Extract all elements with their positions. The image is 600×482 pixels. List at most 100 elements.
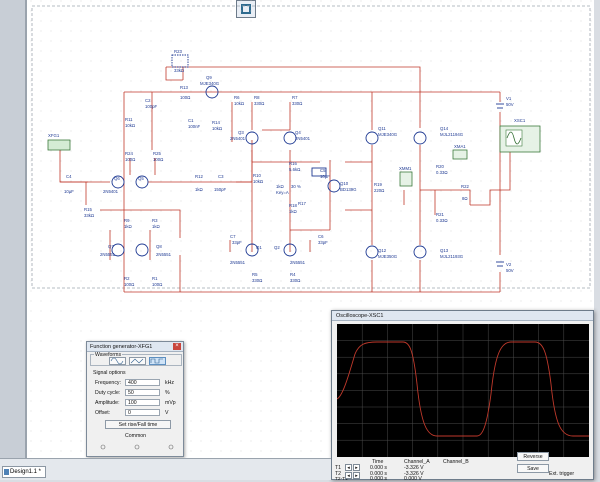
label-r22: R22: [461, 184, 469, 189]
label-r5v: 330Ω: [252, 278, 263, 283]
label-c3: C3: [218, 174, 224, 179]
frequency-field[interactable]: 400: [125, 379, 160, 386]
label-c5v: 10μF: [320, 174, 330, 179]
label-r6v: 10kΩ: [234, 101, 245, 106]
label-q8: Q8: [156, 244, 162, 249]
label-q2: Q2: [274, 245, 280, 250]
xfg1-instrument[interactable]: [47, 139, 71, 151]
label-r2: R2: [124, 276, 130, 281]
duty-cycle-label: Duty cycle:: [95, 390, 121, 396]
label-r14: R14: [212, 120, 220, 125]
offset-field[interactable]: 0: [125, 409, 160, 416]
function-generator-title[interactable]: Function generator-XFG1: [87, 342, 183, 352]
label-q7m: 2N5551: [100, 252, 116, 257]
ext-trigger-label: Ext. trigger: [549, 471, 575, 477]
label-xma1: XMA1: [454, 144, 466, 149]
label-r23v: 33kΩ: [174, 68, 185, 73]
label-r21: R21: [436, 212, 444, 217]
label-r12: R12: [195, 174, 203, 179]
t2-t1-channel-a: 0.000 V: [404, 476, 422, 482]
label-q9m: MJE340G: [200, 81, 220, 86]
label-v2: V2: [506, 262, 512, 267]
label-r4v: 330Ω: [290, 278, 301, 283]
label-r20: R20: [436, 164, 444, 169]
label-q14: Q14: [440, 126, 449, 131]
amplitude-unit[interactable]: mVp: [165, 400, 176, 406]
label-r9v: 1kΩ: [124, 224, 133, 229]
frequency-label: Frequency:: [95, 380, 121, 386]
label-q10: Q10: [340, 181, 349, 186]
label-r3: R3: [152, 218, 158, 223]
t1-right-arrow-icon[interactable]: ▸: [353, 464, 360, 471]
t2-left-arrow-icon[interactable]: ◂: [345, 472, 352, 479]
label-q1m: 2N5551: [230, 260, 246, 265]
label-r16v: 5.6kΩ: [289, 167, 301, 172]
label-q13m: MJL21193G: [440, 254, 464, 259]
label-r15v: 33kΩ: [84, 213, 95, 218]
xmm1-instrument[interactable]: [399, 171, 413, 187]
label-r23: R23: [174, 49, 182, 54]
label-q12: Q12: [378, 248, 387, 253]
label-r7: R7: [292, 95, 298, 100]
label-r22v: 8Ω: [462, 196, 468, 201]
label-c4v: 10μF: [64, 189, 74, 194]
duty-cycle-field[interactable]: 50: [125, 389, 160, 396]
label-xfg1: XFG1: [48, 133, 60, 138]
label-q3m: 2N5401: [230, 136, 246, 141]
frequency-unit[interactable]: kHz: [165, 380, 174, 386]
signal-options-label: Signal options: [93, 370, 126, 376]
label-r8v: 330Ω: [254, 101, 265, 106]
label-r10: R10: [253, 173, 261, 178]
close-icon[interactable]: ×: [173, 343, 181, 350]
offset-label: Offset:: [95, 410, 111, 416]
label-xsc1: XSC1: [514, 118, 526, 123]
channel-b-header: Channel_B: [443, 459, 469, 465]
label-r15: R15: [84, 207, 92, 212]
label-c2v: 100pF: [145, 104, 158, 109]
label-c1: C1: [188, 118, 194, 123]
terminal-icons: [100, 444, 174, 450]
label-r4: R4: [290, 272, 296, 277]
amplitude-field[interactable]: 100: [125, 399, 160, 406]
label-q3: Q3: [238, 130, 244, 135]
amplitude-label: Amplitude:: [95, 400, 120, 406]
oscilloscope-screen[interactable]: [336, 324, 589, 457]
oscilloscope-title[interactable]: Oscilloscope-XSC1: [332, 311, 593, 321]
label-r11: R11: [125, 117, 133, 122]
label-r5: R5: [252, 272, 258, 277]
label-q11: Q11: [378, 126, 386, 131]
label-pot: 1kΩ: [276, 184, 285, 189]
label-r8: R8: [254, 95, 260, 100]
label-c6: C6: [318, 234, 324, 239]
label-q11m: MJE340G: [378, 132, 398, 137]
xma1-instrument[interactable]: [452, 149, 468, 160]
t2-right-arrow-icon[interactable]: ▸: [353, 472, 360, 479]
save-button[interactable]: Save: [517, 464, 549, 473]
set-rise-fall-button[interactable]: Set rise/Fall time: [105, 420, 171, 429]
tab-design[interactable]: Design1.1 *: [2, 466, 46, 478]
offset-unit[interactable]: V: [165, 410, 168, 416]
label-c7: C7: [230, 234, 236, 239]
label-r18v: 1kΩ: [289, 209, 298, 214]
label-q4m: 2N5401: [295, 136, 311, 141]
label-q65m: 2N5401: [103, 189, 119, 194]
label-r20v: 0.33Ω: [436, 170, 448, 175]
function-generator-panel: Function generator-XFG1 × Waveforms Sign…: [86, 341, 184, 457]
label-c7v: 33pF: [232, 240, 242, 245]
reverse-button[interactable]: Reverse: [517, 452, 549, 461]
label-r24: R24: [125, 151, 133, 156]
label-v2v: 50V: [506, 268, 514, 273]
label-c1v: 100nF: [188, 124, 201, 129]
label-q6: Q6: [114, 176, 120, 181]
label-pot_pct: 30 %: [291, 184, 301, 189]
label-r13: R13: [180, 85, 188, 90]
t1-left-arrow-icon[interactable]: ◂: [345, 464, 352, 471]
label-r25: R25: [153, 151, 161, 156]
label-r14v: 10kΩ: [212, 126, 223, 131]
label-q5: Q5: [138, 176, 144, 181]
label-r16: R16: [289, 161, 297, 166]
label-c3v: 150pF: [214, 187, 227, 192]
label-r18: R18: [289, 203, 297, 208]
label-r1: R1: [152, 276, 158, 281]
label-q13: Q13: [440, 248, 449, 253]
